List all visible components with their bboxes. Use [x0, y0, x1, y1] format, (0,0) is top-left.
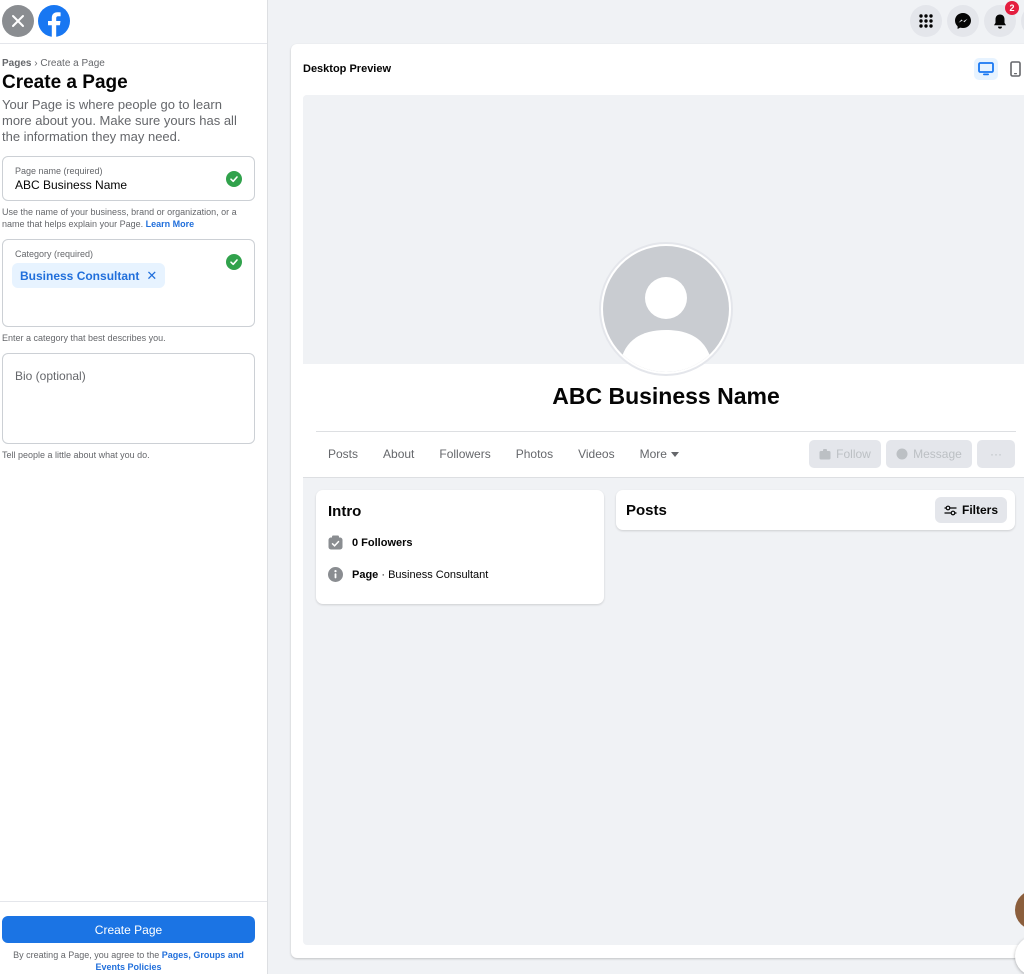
tabs-divider: [316, 431, 1016, 432]
menu-button[interactable]: [910, 5, 942, 37]
category-chip: Business Consultant ✕: [12, 263, 166, 288]
filters-label: Filters: [961, 503, 998, 517]
terms-prefix: By creating a Page, you agree to the: [13, 950, 160, 960]
tab-posts[interactable]: Posts: [328, 447, 358, 461]
close-icon: [12, 15, 24, 27]
desktop-view-toggle[interactable]: [974, 58, 998, 80]
grid-menu-icon: [919, 14, 933, 28]
more-options-button[interactable]: ···: [977, 440, 1015, 468]
follow-icon: [819, 448, 831, 459]
bio-placeholder: Bio (optional): [15, 369, 86, 383]
posts-card: Posts Filters: [616, 490, 1015, 530]
page-name-field[interactable]: Page name (required) ABC Business Name: [2, 156, 255, 201]
page-description: Your Page is where people go to learn mo…: [2, 97, 237, 144]
filters-button[interactable]: Filters: [934, 497, 1007, 523]
learn-more-link[interactable]: Learn More: [146, 219, 195, 229]
category-field[interactable]: Category (required) Business Consultant …: [2, 239, 255, 327]
caret-down-icon: [670, 451, 679, 457]
preview-canvas: ABC Business Name Posts About Followers …: [303, 95, 1024, 945]
page-name-label: Page name (required): [15, 166, 103, 176]
messenger-button[interactable]: [947, 5, 979, 37]
person-silhouette-icon: [619, 277, 713, 372]
valid-check-icon: [226, 254, 242, 270]
category-help: Enter a category that best describes you…: [2, 333, 166, 343]
message-button[interactable]: Message: [886, 440, 972, 468]
page-type-text: Page · Business Consultant: [352, 569, 488, 581]
notifications-button[interactable]: 2: [984, 1, 1019, 37]
follow-button[interactable]: Follow: [809, 440, 881, 468]
tab-about[interactable]: About: [383, 447, 414, 461]
tab-photos[interactable]: Photos: [516, 447, 553, 461]
avatar-placeholder: [603, 246, 729, 372]
bell-icon: [994, 14, 1006, 29]
terms-text: By creating a Page, you agree to the Pag…: [2, 949, 255, 973]
profile-avatar: [599, 242, 733, 376]
intro-card: Intro 0 Followers Page · Business Consul…: [316, 490, 604, 604]
followers-count: 0 Followers: [352, 536, 413, 549]
page-type-row: Page · Business Consultant: [328, 567, 488, 582]
breadcrumb-current: Create a Page: [40, 58, 105, 69]
sidebar-footer: Create Page By creating a Page, you agre…: [0, 901, 267, 974]
create-page-button[interactable]: Create Page: [2, 916, 255, 943]
followers-check-icon: [328, 535, 343, 550]
filters-icon: [944, 505, 957, 515]
valid-check-icon: [226, 171, 242, 187]
breadcrumb: Pages › Create a Page: [2, 58, 105, 69]
tab-more[interactable]: More: [640, 447, 679, 461]
page-tabs: Posts About Followers Photos Videos More: [328, 447, 704, 461]
more-options-icon: ···: [990, 447, 1002, 461]
messenger-icon: [896, 448, 908, 460]
preview-title: Desktop Preview: [303, 63, 392, 75]
posts-heading: Posts: [626, 502, 667, 519]
page-name-value[interactable]: ABC Business Name: [15, 178, 127, 192]
follow-label: Follow: [836, 447, 871, 461]
followers-row: 0 Followers: [328, 535, 413, 550]
facebook-logo-icon[interactable]: [38, 5, 70, 37]
bio-field[interactable]: Bio (optional): [2, 353, 255, 444]
page-type-value: · Business Consultant: [378, 568, 489, 581]
mobile-icon: [1009, 61, 1021, 77]
remove-category-icon[interactable]: ✕: [146, 268, 157, 284]
desktop-preview-panel: Desktop Preview ABC Business Name Posts: [291, 44, 1024, 958]
category-label: Category (required): [15, 249, 94, 259]
category-chip-label: Business Consultant: [20, 268, 140, 283]
desktop-icon: [978, 62, 994, 76]
mobile-view-toggle[interactable]: [1004, 58, 1024, 80]
page-title: Create a Page: [2, 72, 128, 93]
close-button[interactable]: [2, 5, 34, 37]
page-type-label: Page: [352, 568, 379, 581]
breadcrumb-pages-link[interactable]: Pages: [2, 58, 31, 69]
tab-more-label: More: [639, 447, 667, 461]
intro-heading: Intro: [328, 503, 362, 520]
create-page-sidebar: Pages › Create a Page Create a Page Your…: [0, 0, 268, 974]
bio-help: Tell people a little about what you do.: [2, 450, 150, 460]
notification-badge: 2: [1005, 1, 1019, 15]
tab-followers[interactable]: Followers: [439, 447, 490, 461]
page-name-help: Use the name of your business, brand or …: [2, 206, 257, 230]
message-label: Message: [913, 447, 962, 461]
messenger-icon: [955, 13, 971, 29]
preview-page-name: ABC Business Name: [552, 383, 780, 409]
tab-videos[interactable]: Videos: [578, 447, 614, 461]
sidebar-header: [0, 0, 267, 44]
page-name-help-text: Use the name of your business, brand or …: [2, 207, 237, 229]
info-icon: [328, 567, 343, 582]
